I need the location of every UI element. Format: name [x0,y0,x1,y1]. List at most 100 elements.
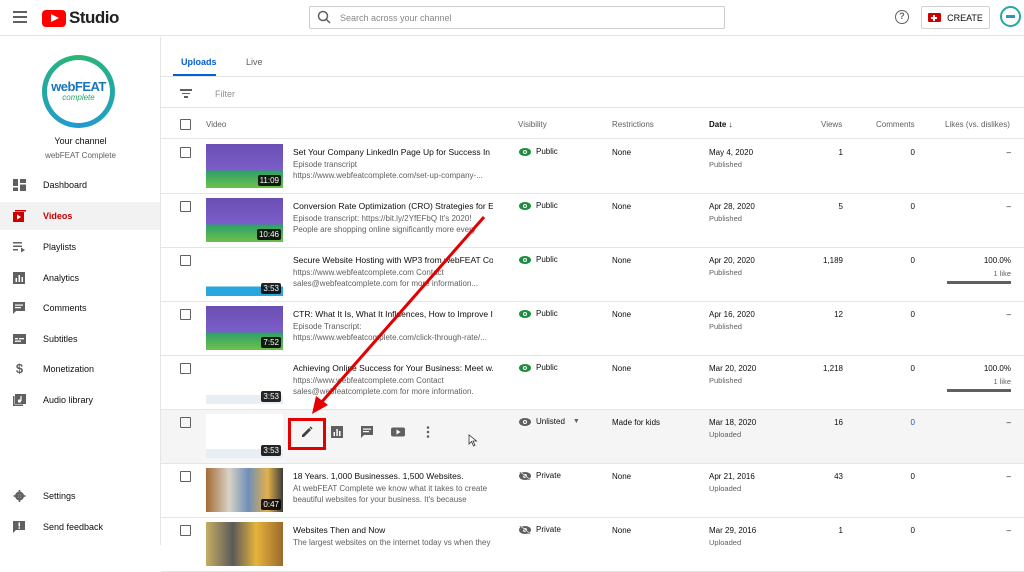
video-thumbnail[interactable]: 7:52 [206,306,283,350]
tab-uploads[interactable]: Uploads [181,57,217,67]
visibility-label: Public [536,363,558,372]
col-views[interactable]: Views [821,120,842,129]
row-checkbox[interactable] [180,201,191,212]
dashboard-icon [13,179,26,191]
video-title[interactable]: Conversion Rate Optimization (CRO) Strat… [293,201,493,211]
video-thumbnail[interactable] [206,522,283,566]
table-row[interactable]: 11:09 Set Your Company LinkedIn Page Up … [161,140,1024,194]
video-thumbnail[interactable]: 10:46 [206,198,283,242]
row-checkbox[interactable] [180,255,191,266]
visibility-cell[interactable]: Private [519,470,561,481]
col-comments[interactable]: Comments [876,120,915,129]
menu-icon[interactable] [13,11,27,23]
table-header: Video Visibility Restrictions Date ↓ Vie… [161,109,1024,139]
date-status: Published [709,160,742,169]
visibility-cell[interactable]: Public [519,363,558,372]
tab-live[interactable]: Live [246,57,263,67]
video-title[interactable]: Websites Then and Now [293,525,493,535]
visibility-cell[interactable]: Public [519,309,558,318]
table-row[interactable]: 3:53 Unlisted ▼ Made for kids Mar 18, 20… [161,410,1024,464]
sidebar-item-dashboard[interactable]: Dashboard [0,171,160,199]
visibility-cell[interactable]: Public [519,147,558,156]
search-bar[interactable] [309,6,725,29]
table-row[interactable]: Websites Then and Now The largest websit… [161,518,1024,572]
video-thumbnail[interactable]: 3:53 [206,252,283,296]
sidebar-item-videos[interactable]: Videos [0,202,160,230]
search-input[interactable] [340,12,724,23]
active-tab-indicator [173,74,216,76]
views-cell: 1,189 [822,256,843,265]
more-options-icon[interactable] [420,424,436,440]
date-cell: Apr 20, 2020 [709,256,755,265]
visibility-cell[interactable]: Public [519,255,558,264]
table-row[interactable]: 3:53 Achieving Online Success for Your B… [161,356,1024,410]
create-video-icon [928,13,942,22]
video-title[interactable]: 18 Years. 1,000 Businesses. 1,500 Websit… [293,471,493,481]
mouse-cursor-icon [468,434,478,447]
row-checkbox[interactable] [180,471,191,482]
table-row[interactable]: 10:46 Conversion Rate Optimization (CRO)… [161,194,1024,248]
help-icon[interactable]: ? [895,10,909,24]
video-thumbnail[interactable]: 0:47 [206,468,283,512]
dropdown-caret-icon[interactable]: ▼ [573,418,580,425]
col-date[interactable]: Date ↓ [709,120,733,129]
studio-logo[interactable]: Studio [42,8,119,28]
sidebar-item-audio-library[interactable]: Audio library [0,386,160,414]
channel-name: webFEAT Complete [45,151,116,160]
table-row[interactable]: 7:52 CTR: What It Is, What It Influences… [161,302,1024,356]
video-title[interactable]: Secure Website Hosting with WP3 from web… [293,255,493,265]
sidebar-item-label: Settings [43,491,76,501]
visibility-label: Public [536,201,558,210]
sidebar-item-send-feedback[interactable]: Send feedback [0,513,160,541]
sidebar-item-comments[interactable]: Comments [0,294,160,322]
row-checkbox[interactable] [180,525,191,536]
col-likes[interactable]: Likes (vs. dislikes) [945,120,1010,129]
sidebar-item-label: Videos [43,211,73,221]
video-thumbnail[interactable]: 3:53 [206,414,283,458]
video-title[interactable]: CTR: What It Is, What It Influences, How… [293,309,493,319]
sidebar-item-label: Comments [43,303,87,313]
create-button[interactable]: CREATE [921,6,990,29]
comments-cell[interactable]: 0 [843,418,915,427]
filter-icon[interactable] [180,89,192,98]
col-restrictions[interactable]: Restrictions [612,120,654,129]
video-duration: 3:53 [261,445,281,456]
account-avatar[interactable] [1000,6,1021,27]
col-visibility[interactable]: Visibility [518,120,547,129]
sidebar-item-playlists[interactable]: Playlists [0,233,160,261]
sidebar-item-analytics[interactable]: Analytics [0,264,160,292]
views-cell: 12 [834,310,843,319]
comments-cell: 0 [910,310,915,319]
visibility-cell[interactable]: Public [519,201,558,210]
comments-icon[interactable] [359,424,375,440]
edit-icon[interactable] [299,424,315,440]
channel-avatar[interactable]: webFEAT complete [42,55,115,128]
table-row[interactable]: 3:53 Secure Website Hosting with WP3 fro… [161,248,1024,302]
sidebar-item-label: Audio library [43,395,94,405]
sidebar-item-monetization[interactable]: $ Monetization [0,355,160,383]
row-checkbox[interactable] [180,309,191,320]
video-thumbnail[interactable]: 11:09 [206,144,283,188]
feedback-icon [13,521,25,533]
row-checkbox[interactable] [180,417,191,428]
sidebar-item-subtitles[interactable]: Subtitles [0,325,160,353]
video-title[interactable]: Achieving Online Success for Your Busine… [293,363,493,373]
row-checkbox[interactable] [180,147,191,158]
table-row[interactable]: 0:47 18 Years. 1,000 Businesses. 1,500 W… [161,464,1024,518]
playlists-icon [13,242,25,253]
visibility-cell[interactable]: Unlisted ▼ [519,417,580,426]
youtube-icon[interactable] [390,424,406,440]
video-thumbnail[interactable]: 3:53 [206,360,283,404]
row-checkbox[interactable] [180,363,191,374]
date-status: Published [709,268,742,277]
visibility-cell[interactable]: Private [519,524,561,535]
date-cell: Mar 29, 2016 [709,526,757,535]
filter-bar[interactable]: Filter [161,78,1024,108]
monetization-icon: $ [15,361,24,376]
sidebar-item-settings[interactable]: Settings [0,482,160,510]
analytics-icon[interactable] [329,424,345,440]
video-title[interactable]: Set Your Company LinkedIn Page Up for Su… [293,147,493,157]
filter-input[interactable]: Filter [215,89,235,99]
avatar-line2: complete [62,93,95,102]
select-all-checkbox[interactable] [180,119,191,130]
